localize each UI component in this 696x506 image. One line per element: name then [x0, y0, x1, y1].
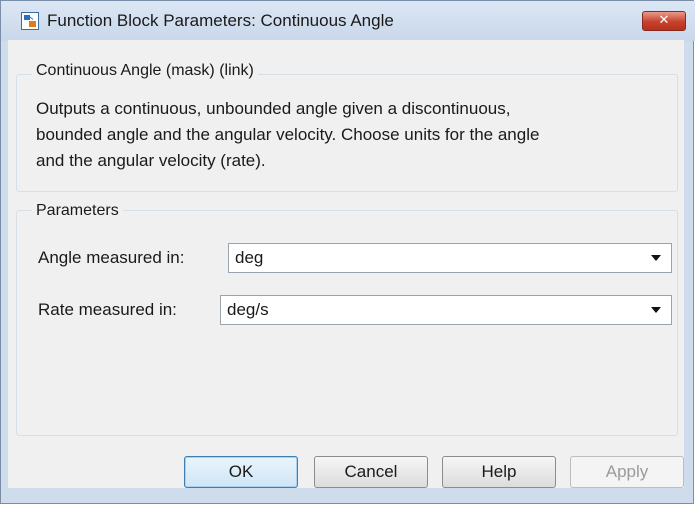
description-line-1: Outputs a continuous, unbounded angle gi… — [36, 99, 511, 118]
description-line-3: and the angular velocity (rate). — [36, 151, 266, 170]
chevron-down-icon — [651, 307, 661, 313]
block-description: Outputs a continuous, unbounded angle gi… — [36, 96, 656, 174]
parameters-group-legend: Parameters — [32, 202, 123, 220]
angle-units-dropdown[interactable]: deg — [228, 243, 672, 273]
window-title: Function Block Parameters: Continuous An… — [47, 11, 394, 30]
close-icon: ✕ — [658, 13, 670, 28]
cancel-button[interactable]: Cancel — [314, 456, 428, 488]
angle-units-label: Angle measured in: — [38, 248, 185, 267]
close-button[interactable]: ✕ — [642, 11, 686, 31]
apply-button[interactable]: Apply — [570, 456, 684, 488]
rate-units-dropdown[interactable]: deg/s — [220, 295, 672, 325]
description-group-legend: Continuous Angle (mask) (link) — [32, 62, 258, 80]
ok-button[interactable]: OK — [184, 456, 298, 488]
simulink-block-icon — [21, 12, 39, 30]
angle-units-value: deg — [235, 248, 264, 267]
title-bar[interactable]: Function Block Parameters: Continuous An… — [1, 1, 695, 41]
chevron-down-icon — [651, 255, 661, 261]
help-button[interactable]: Help — [442, 456, 556, 488]
rate-units-label: Rate measured in: — [38, 300, 177, 319]
description-line-2: bounded angle and the angular velocity. … — [36, 125, 540, 144]
rate-units-value: deg/s — [227, 300, 269, 319]
